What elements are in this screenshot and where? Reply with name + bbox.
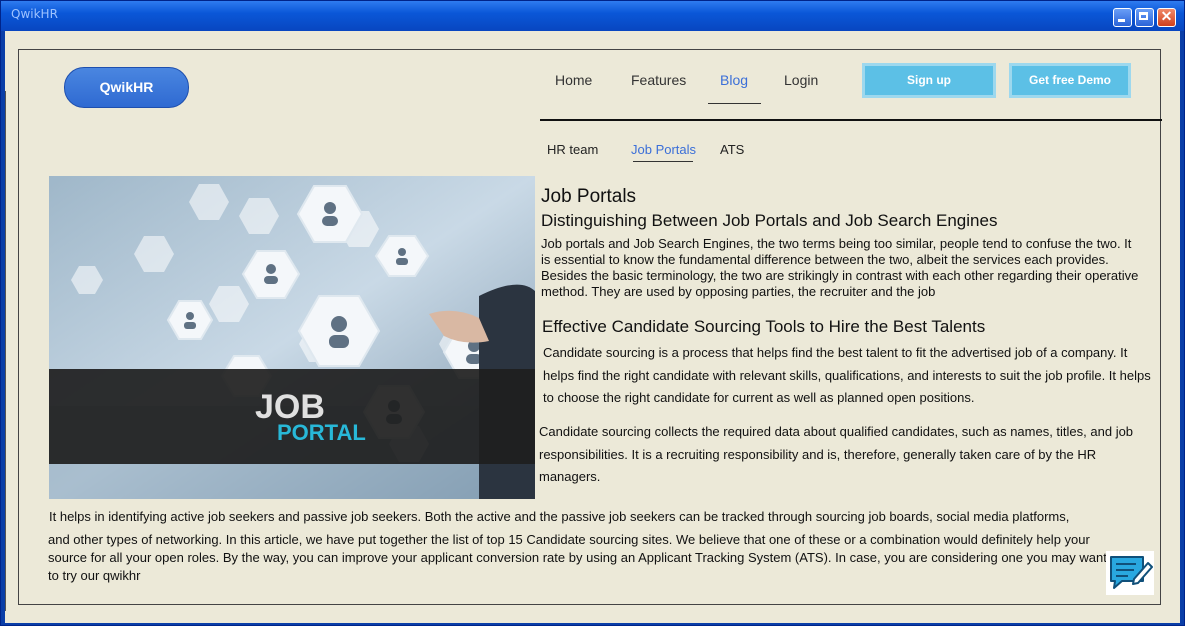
article-title: Job Portals	[541, 186, 637, 207]
nav-active-indicator	[708, 103, 761, 104]
job-portal-image: JOB PORTAL	[49, 176, 535, 499]
title-bar[interactable]: QwikHR ✕	[1, 1, 1184, 31]
header-divider	[540, 119, 1162, 121]
subnav-job-portals[interactable]: Job Portals	[631, 142, 696, 157]
page-content: QwikHR Home Features Blog Login Sign up …	[5, 31, 1180, 623]
nav-home[interactable]: Home	[555, 72, 592, 88]
paragraph-3-line-1: It helps in identifying active job seeke…	[49, 509, 1070, 524]
close-icon[interactable]: ✕	[1157, 8, 1176, 27]
window-title: QwikHR	[11, 7, 58, 21]
paragraph-1: Candidate sourcing is a process that hel…	[543, 345, 1151, 405]
section-title: Effective Candidate Sourcing Tools to Hi…	[542, 317, 986, 336]
left-divider	[5, 91, 6, 611]
subnav-hr-team[interactable]: HR team	[547, 142, 598, 157]
subnav-ats[interactable]: ATS	[720, 142, 744, 157]
chat-edit-icon	[1110, 556, 1153, 589]
chat-button[interactable]	[1106, 551, 1154, 595]
article-intro: Job portals and Job Search Engines, the …	[541, 236, 1139, 299]
article-subtitle: Distinguishing Between Job Portals and J…	[541, 211, 998, 230]
logo-button[interactable]: QwikHR	[64, 67, 189, 108]
paragraph-3-rest: and other types of networking. In this a…	[48, 532, 1107, 583]
app-window: QwikHR ✕ QwikHR Home Features Blog Login…	[0, 0, 1185, 626]
signup-button[interactable]: Sign up	[862, 63, 996, 98]
image-text-portal: PORTAL	[277, 420, 366, 445]
nav-blog[interactable]: Blog	[720, 72, 748, 88]
get-demo-button[interactable]: Get free Demo	[1009, 63, 1131, 98]
subnav-active-indicator	[633, 161, 693, 162]
minimize-icon[interactable]	[1113, 8, 1132, 27]
paragraph-2: Candidate sourcing collects the required…	[539, 424, 1134, 484]
maximize-icon[interactable]	[1135, 8, 1154, 27]
nav-features[interactable]: Features	[631, 72, 686, 88]
nav-login[interactable]: Login	[784, 72, 818, 88]
